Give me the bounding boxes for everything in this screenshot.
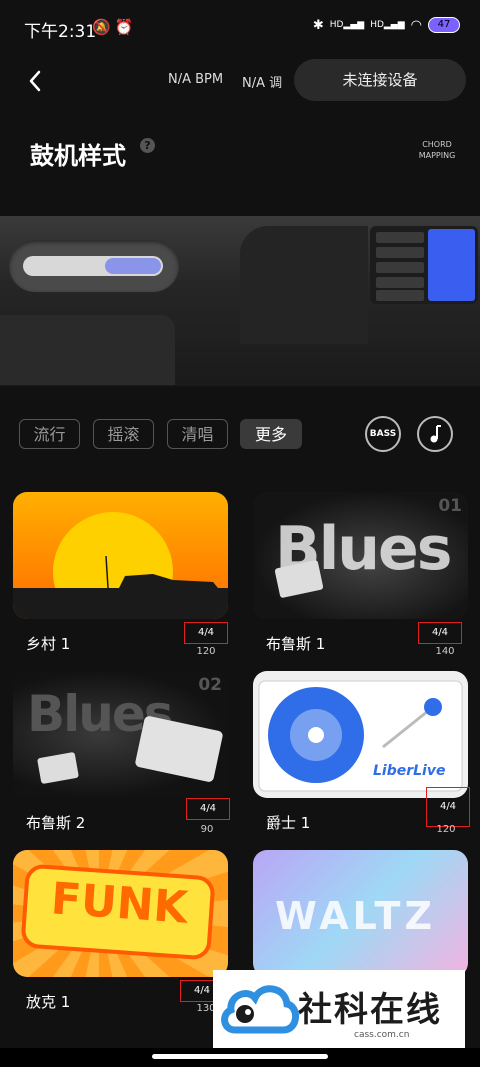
key-display: N/A 调 — [242, 76, 283, 91]
card-art-label: 01 — [438, 496, 462, 516]
time-signature: 4/4 — [184, 622, 228, 644]
funk-art-text: FUNK — [49, 873, 190, 934]
mute-icon: 🔕 — [92, 18, 115, 36]
style-card-title: 爵士 1 — [266, 814, 311, 832]
bpm-display: N/A BPM — [168, 72, 224, 87]
status-left-icons: 🔕⏰ — [92, 18, 137, 36]
time-signature: 4/4 — [426, 787, 470, 827]
watermark-url: cass.com.cn — [354, 1030, 410, 1040]
battery-icon: 47 — [428, 17, 460, 33]
time-signature: 4/4 — [186, 798, 230, 820]
pad — [376, 262, 424, 273]
bluetooth-icon: ✱ — [312, 17, 324, 33]
status-right: ✱ HD▂▄▆ HD▂▄▆ ◠ 47 — [313, 17, 460, 33]
style-card-country[interactable] — [13, 492, 228, 619]
card-art-label: 02 — [198, 675, 222, 695]
bass-button[interactable]: BASS — [365, 416, 401, 452]
chevron-left-icon — [29, 70, 41, 92]
style-card-waltz[interactable]: WALTZ — [253, 850, 468, 977]
style-card-blues-1[interactable]: Blues 01 — [253, 492, 468, 619]
connect-device-button[interactable]: 未连接设备 — [294, 59, 466, 101]
style-card-blues-2[interactable]: Blues 02 — [13, 671, 228, 798]
device-panel-left — [0, 315, 175, 385]
cloud-logo-icon — [221, 985, 299, 1034]
sunset-art — [13, 512, 228, 619]
pad — [376, 277, 424, 288]
brand-logo: LiberLive — [373, 763, 446, 779]
help-icon[interactable]: ? — [140, 138, 155, 153]
pad — [376, 290, 424, 301]
watermark-text: 社科在线 — [298, 990, 442, 1030]
style-card-title: 布鲁斯 1 — [266, 635, 326, 653]
style-card-title: 放克 1 — [26, 993, 71, 1011]
chord-mapping-button[interactable]: CHORD MAPPING — [412, 139, 462, 161]
page-title: 鼓机样式 — [30, 142, 126, 170]
tab-acapella[interactable]: 清唱 — [167, 419, 228, 449]
tab-rock[interactable]: 摇滚 — [93, 419, 154, 449]
tab-more[interactable]: 更多 — [240, 419, 302, 449]
style-card-title: 布鲁斯 2 — [26, 814, 86, 832]
status-bar: 下午2:31 🔕⏰ ✱ HD▂▄▆ HD▂▄▆ ◠ 47 — [0, 0, 480, 56]
card-bpm: 120 — [196, 646, 216, 657]
card-bpm: 90 — [200, 824, 214, 835]
home-indicator[interactable] — [152, 1054, 328, 1059]
cassette-icon — [37, 751, 79, 785]
waltz-art-text: WALTZ — [275, 894, 437, 938]
style-card-title: 乡村 1 — [26, 635, 71, 653]
card-bpm: 120 — [436, 824, 456, 835]
signal-icon: HD▂▄▆ — [370, 20, 405, 30]
fader-fill — [105, 258, 161, 274]
alarm-icon: ⏰ — [114, 18, 138, 36]
music-note-button[interactable] — [417, 416, 453, 452]
back-button[interactable] — [22, 64, 52, 98]
music-note-icon — [430, 425, 441, 443]
wifi-icon: ◠ — [410, 17, 422, 33]
device-panel-right — [240, 226, 368, 344]
time-signature: 4/4 — [418, 622, 462, 644]
active-pad — [428, 229, 475, 301]
status-time: 下午2:31 — [24, 22, 97, 42]
style-card-funk[interactable]: FUNK — [13, 850, 228, 977]
card-bpm: 140 — [435, 646, 455, 657]
cassette-icon — [134, 715, 224, 783]
pad — [376, 247, 424, 258]
style-card-jazz[interactable]: LiberLive — [253, 671, 468, 798]
signal-icon: HD▂▄▆ — [329, 20, 365, 30]
tab-pop[interactable]: 流行 — [19, 419, 80, 449]
pad — [376, 232, 424, 243]
